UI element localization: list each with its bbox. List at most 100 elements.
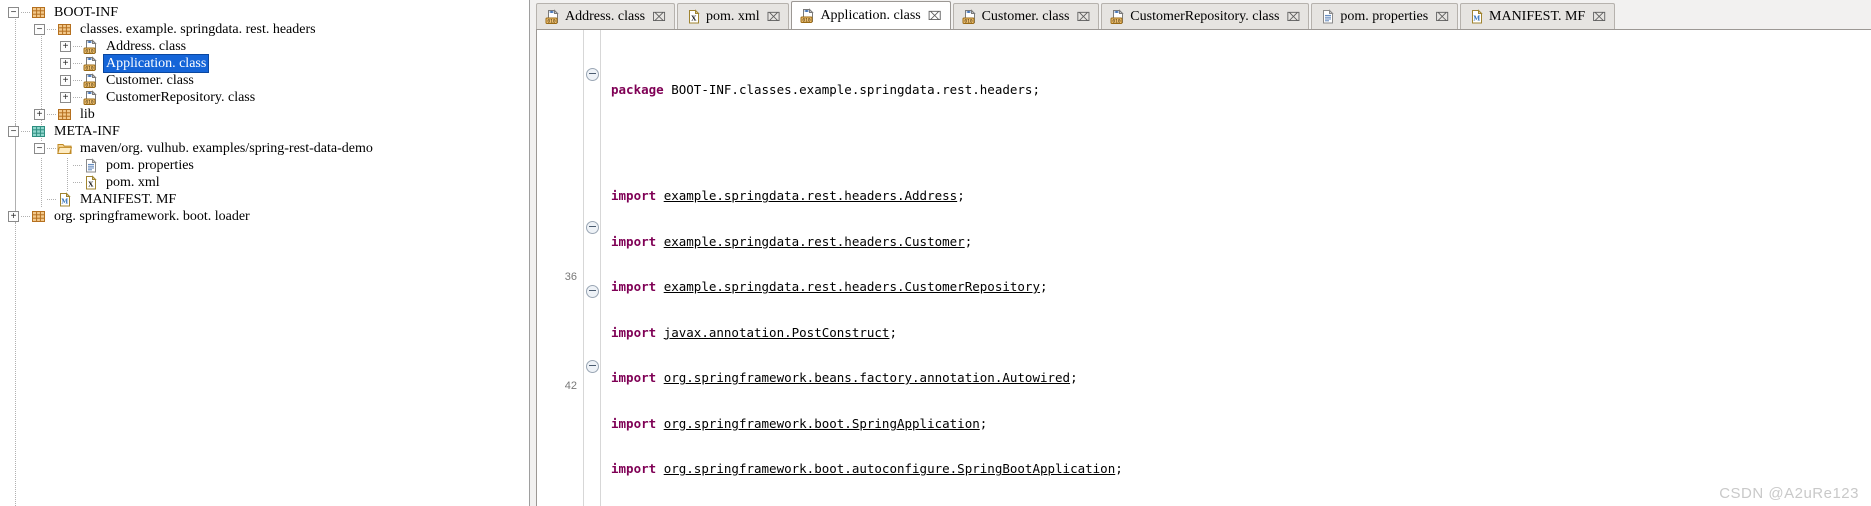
tree-item-label[interactable]: lib: [78, 106, 97, 123]
close-icon[interactable]: ⌧: [928, 9, 942, 23]
fold-main-method-icon[interactable]: [585, 285, 599, 298]
tree-item-classes-example-springdata-rest-headers[interactable]: − classes. example. springdata. rest. hea…: [0, 21, 529, 38]
close-icon[interactable]: ⌧: [1076, 10, 1090, 24]
tab-application-class[interactable]: 010 Application. class ⌧: [791, 1, 951, 29]
tree-connector-line: [21, 208, 31, 225]
tab-label: pom. xml: [705, 8, 760, 24]
import-autowired-link[interactable]: org.springframework.beans.factory.annota…: [664, 370, 1070, 385]
tree-item-label[interactable]: maven/org. vulhub. examples/spring-rest-…: [78, 140, 375, 157]
tree-item-lib[interactable]: + lib: [0, 106, 529, 123]
tree-item-label[interactable]: MANIFEST. MF: [78, 191, 178, 208]
expand-icon[interactable]: +: [34, 109, 45, 120]
tree-item-maven-org-vulhub-examples-spring-rest-data-demo[interactable]: − maven/org. vulhub. examples/spring-rest…: [0, 140, 529, 157]
expand-icon[interactable]: +: [8, 211, 19, 222]
code-line-import-postconstruct: import javax.annotation.PostConstruct;: [611, 324, 897, 340]
fold-marker-column[interactable]: [583, 30, 601, 506]
keyword-import: import: [611, 233, 657, 249]
manifest-file-icon: M: [57, 192, 73, 207]
tree-item-org-springframework-boot-loader[interactable]: + org. springframework. boot. loader: [0, 208, 529, 225]
tree-item-pom-properties[interactable]: pom. properties: [0, 157, 529, 174]
svg-text:010: 010: [803, 17, 812, 23]
collapse-icon[interactable]: −: [8, 126, 19, 137]
tab-customerrepository-class[interactable]: 010 CustomerRepository. class ⌧: [1101, 3, 1310, 29]
tree-item-manifest-mf[interactable]: M MANIFEST. MF: [0, 191, 529, 208]
import-address-link[interactable]: example.springdata.rest.headers.Address: [664, 188, 958, 203]
tree-item-label[interactable]: pom. xml: [104, 174, 162, 191]
import-customer-link[interactable]: example.springdata.rest.headers.Customer: [664, 234, 965, 249]
close-icon[interactable]: ⌧: [1286, 10, 1300, 24]
tree-connector-line: [73, 55, 83, 72]
tab-customer-class[interactable]: 010 Customer. class ⌧: [952, 3, 1100, 29]
tab-pom-properties[interactable]: pom. properties ⌧: [1311, 3, 1459, 29]
tree-item-customer-class[interactable]: +010 Customer. class: [0, 72, 529, 89]
tree-connector-line: [73, 174, 83, 191]
tab-label: Address. class: [565, 8, 646, 24]
collapse-icon[interactable]: −: [34, 24, 45, 35]
fold-class-icon[interactable]: [585, 221, 599, 234]
source-code-text[interactable]: package BOOT-INF.classes.example.springd…: [601, 30, 1871, 506]
collapse-icon[interactable]: −: [34, 143, 45, 154]
expand-icon[interactable]: +: [60, 41, 71, 52]
tab-label: CustomerRepository. class: [1130, 8, 1280, 24]
class-file-icon: 010: [962, 9, 977, 24]
expand-icon[interactable]: +: [60, 92, 71, 103]
import-postconstruct-link[interactable]: javax.annotation.PostConstruct: [664, 325, 890, 340]
line-number-42: 42: [564, 379, 577, 392]
tree-item-boot-inf[interactable]: − BOOT-INF: [0, 4, 529, 21]
collapse-icon[interactable]: −: [8, 7, 19, 18]
tree-item-address-class[interactable]: +010 Address. class: [0, 38, 529, 55]
tree-connector-line: [21, 4, 31, 21]
svg-text:M: M: [61, 198, 68, 205]
import-springapplication-link[interactable]: org.springframework.boot.SpringApplicati…: [664, 416, 980, 431]
code-line-import-springapplication: import org.springframework.boot.SpringAp…: [611, 415, 988, 431]
tree-item-customerrepository-class[interactable]: +010 CustomerRepository. class: [0, 89, 529, 106]
code-viewer[interactable]: 36 42 package BOOT-INF.classes.example.s…: [536, 29, 1871, 506]
import-springbootapplication-link[interactable]: org.springframework.boot.autoconfigure.S…: [664, 461, 1116, 476]
import-customerrepository-link[interactable]: example.springdata.rest.headers.Customer…: [664, 279, 1040, 294]
tab-address-class[interactable]: 010 Address. class ⌧: [536, 3, 675, 29]
tree-item-label[interactable]: Customer. class: [104, 72, 196, 89]
tree-item-label[interactable]: BOOT-INF: [52, 4, 120, 21]
tree-item-label[interactable]: Address. class: [104, 38, 188, 55]
package-name: BOOT-INF.classes.example.springdata.rest…: [663, 82, 1040, 97]
fold-imports-icon[interactable]: [585, 68, 599, 81]
tree-item-label[interactable]: Application. class: [102, 54, 210, 73]
tree-item-label[interactable]: pom. properties: [104, 157, 196, 174]
tree-item-label[interactable]: org. springframework. boot. loader: [52, 208, 252, 225]
svg-text:M: M: [1473, 15, 1480, 22]
tab-pom-xml[interactable]: Xpom. xml ⌧: [676, 3, 790, 29]
tab-label: MANIFEST. MF: [1489, 8, 1586, 24]
jar-package-explorer[interactable]: − BOOT-INF − classes. example. springdata. …: [0, 0, 530, 506]
svg-text:010: 010: [964, 18, 973, 24]
tree-item-application-class[interactable]: +010 Application. class: [0, 54, 529, 73]
tree-item-meta-inf[interactable]: − META-INF: [0, 123, 529, 140]
line-number-gutter: 36 42: [537, 30, 583, 506]
tree-item-label[interactable]: CustomerRepository. class: [104, 89, 257, 106]
editor-tab-bar[interactable]: 010 Address. class ⌧ Xpom. xml ⌧ 010 Applicati…: [530, 0, 1871, 29]
tree-item-pom-xml[interactable]: Xpom. xml: [0, 174, 529, 191]
class-file-icon: 010: [1110, 9, 1125, 24]
tree-item-label[interactable]: META-INF: [52, 123, 122, 140]
expand-icon[interactable]: +: [60, 75, 71, 86]
close-icon[interactable]: ⌧: [1592, 10, 1606, 24]
tree-connector-line: [21, 123, 31, 140]
tree-connector-line: [47, 191, 57, 208]
close-icon[interactable]: ⌧: [767, 10, 781, 24]
fold-init-method-icon[interactable]: [585, 360, 599, 373]
tab-manifest-mf[interactable]: M MANIFEST. MF ⌧: [1460, 3, 1616, 29]
xml-file-icon: X: [686, 9, 701, 24]
tree-connector-line: [73, 89, 83, 106]
class-file-icon: 010: [83, 90, 99, 105]
tree-connector-line: [73, 72, 83, 89]
expand-icon[interactable]: +: [60, 58, 71, 69]
close-icon[interactable]: ⌧: [1435, 10, 1449, 24]
package-icon: [57, 107, 73, 122]
ide-window: − BOOT-INF − classes. example. springdata. …: [0, 0, 1871, 506]
svg-text:010: 010: [85, 82, 94, 88]
tree-item-label[interactable]: classes. example. springdata. rest. head…: [78, 21, 318, 38]
class-file-icon: 010: [83, 56, 99, 71]
close-icon[interactable]: ⌧: [652, 10, 666, 24]
